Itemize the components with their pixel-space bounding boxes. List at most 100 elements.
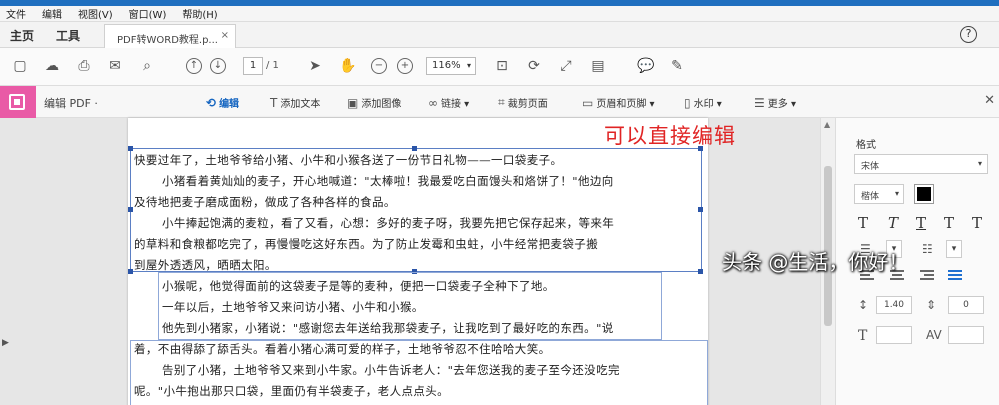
- menu-help[interactable]: 帮助(H): [182, 6, 217, 21]
- italic-text-icon[interactable]: T: [888, 214, 898, 232]
- select-cursor-icon[interactable]: ➤: [307, 58, 323, 74]
- watermark-icon: ▯: [684, 95, 691, 110]
- link-button[interactable]: ∞ 链接 ▾: [428, 95, 470, 111]
- upload-icon[interactable]: ☁: [44, 58, 60, 74]
- line-spacing-icon: ↕: [858, 298, 869, 312]
- tab-tools[interactable]: 工具: [56, 27, 80, 44]
- paragraph-line[interactable]: 及待地把麦子磨成面粉，做成了各种各样的食品。: [134, 194, 396, 210]
- paragraph-line[interactable]: 他先到小猪家，小猪说："感谢您去年送给我那袋麦子，让我吃到了最好吃的东西。"说: [162, 320, 614, 336]
- paragraph-line[interactable]: 一年以后，土地爷爷又来问访小猪、小牛和小猴。: [162, 299, 424, 315]
- add-image-label: 添加图像: [361, 99, 402, 110]
- close-tab-icon[interactable]: ×: [221, 30, 229, 41]
- header-footer-label: 页眉和页脚 ▾: [596, 99, 655, 110]
- menu-file[interactable]: 文件: [6, 6, 26, 21]
- mail-icon[interactable]: ✉: [107, 58, 123, 74]
- char-spacing-input[interactable]: [948, 326, 984, 344]
- next-page-icon[interactable]: ↓: [210, 58, 226, 74]
- help-icon[interactable]: ?: [960, 26, 977, 43]
- crop-pages-button[interactable]: ⌗ 裁剪页面: [498, 95, 548, 110]
- scan-icon[interactable]: ▤: [590, 58, 606, 74]
- char-spacing-icon[interactable]: AV: [926, 328, 942, 342]
- font-family-select[interactable]: 宋体 ▾: [854, 154, 988, 174]
- resize-handle[interactable]: [698, 207, 703, 212]
- more-button[interactable]: ☰ 更多 ▾: [754, 95, 796, 111]
- main-toolbar: ▢ ☁ ⎙ ✉ ⌕ ↑ ↓ 1 / 1 ➤ ✋ − + 116% ▾ ⊡ ⟳ ⤢…: [0, 48, 999, 86]
- menu-edit[interactable]: 编辑: [42, 6, 62, 21]
- chevron-down-icon: ▾: [466, 61, 471, 70]
- color-swatch: [917, 187, 931, 201]
- link-icon: ∞: [428, 95, 438, 110]
- paragraph-line[interactable]: 小猴呢，他觉得面前的这袋麦子是等的麦种，便把一口袋麦子全种下了地。: [162, 278, 555, 294]
- paragraph-line[interactable]: 快要过年了，土地爷爷给小猪、小牛和小猴各送了一份节日礼物——一口袋麦子。: [134, 152, 562, 168]
- page-number-input[interactable]: 1: [243, 57, 263, 75]
- add-text-button[interactable]: T 添加文本: [270, 95, 320, 111]
- crop-label: 裁剪页面: [507, 99, 548, 110]
- underline-text-icon[interactable]: T: [916, 214, 926, 232]
- fit-page-icon[interactable]: ⊡: [494, 58, 510, 74]
- zoom-out-icon[interactable]: −: [371, 58, 387, 74]
- watermark-button[interactable]: ▯ 水印 ▾: [684, 95, 722, 111]
- font-size-select[interactable]: 楷体 ▾: [854, 184, 904, 204]
- zoom-in-icon[interactable]: +: [397, 58, 413, 74]
- format-title: 格式: [856, 140, 876, 151]
- tab-home[interactable]: 主页: [10, 27, 34, 44]
- edit-label: 编辑: [219, 99, 240, 110]
- document-tab-label: PDF转WORD教程.p...: [117, 35, 218, 46]
- align-right-icon[interactable]: [920, 270, 934, 282]
- prev-page-icon[interactable]: ↑: [186, 58, 202, 74]
- close-icon[interactable]: ✕: [984, 93, 995, 108]
- link-label: 链接 ▾: [441, 99, 470, 110]
- paragraph-line[interactable]: 小牛捧起饱满的麦粒，看了又看，心想：多好的麦子呀，我要先把它保存起来，等来年: [162, 215, 614, 231]
- paragraph-line[interactable]: 的草料和食粮都吃完了，再慢慢吃这好东西。为了防止发霉和虫蛀，小牛经常把麦袋子搬: [134, 236, 598, 252]
- bold-text-icon[interactable]: T: [858, 214, 868, 232]
- add-image-button[interactable]: ▣ 添加图像: [347, 95, 402, 111]
- print-icon[interactable]: ⎙: [76, 58, 92, 74]
- comment-icon[interactable]: 💬: [637, 58, 654, 74]
- font-color-swatch[interactable]: [914, 184, 934, 204]
- chevron-down-icon[interactable]: ▾: [946, 240, 962, 258]
- text-icon: T: [270, 95, 278, 110]
- superscript-text-icon[interactable]: T: [944, 214, 954, 232]
- save-icon[interactable]: ▢: [12, 58, 28, 74]
- rotate-icon[interactable]: ⟳: [526, 58, 542, 74]
- chevron-down-icon: ▾: [977, 159, 982, 168]
- paragraph-line[interactable]: 到屋外透透风，晒晒太阳。: [134, 257, 277, 273]
- zoom-select[interactable]: 116% ▾: [426, 57, 476, 75]
- menu-view[interactable]: 视图(V): [78, 6, 113, 21]
- edit-pdf-tool-icon[interactable]: [0, 86, 36, 118]
- fullscreen-icon[interactable]: ⤢: [558, 58, 574, 74]
- document-canvas: ▶ 快要过年了，土地爷爷给小猪、小牛和小猴各送了一份节日礼物——一口袋麦子。 小…: [0, 118, 835, 405]
- header-footer-icon: ▭: [582, 95, 594, 110]
- subscript-text-icon[interactable]: T: [972, 214, 982, 232]
- watermark-label: 水印 ▾: [693, 99, 722, 110]
- paragraph-line[interactable]: 着，不由得舔了舔舌头。看着小猪心满可爱的样子，土地爷爷忍不住哈哈大笑。: [134, 341, 551, 357]
- scale-input[interactable]: [876, 326, 912, 344]
- scroll-up-icon[interactable]: ▲: [824, 120, 830, 129]
- numbered-list-icon[interactable]: ☷: [922, 242, 933, 256]
- line-spacing-input[interactable]: 1.40: [876, 296, 912, 314]
- pdf-page: 快要过年了，土地爷爷给小猪、小牛和小猴各送了一份节日礼物——一口袋麦子。 小猪看…: [128, 118, 708, 405]
- sign-icon[interactable]: ✎: [669, 58, 685, 74]
- paragraph-line[interactable]: 小猪看着黄灿灿的麦子，开心地喊道："太棒啦！我最爱吃白面馒头和烙饼了！"他边向: [162, 173, 614, 189]
- hand-icon[interactable]: ✋: [339, 58, 356, 74]
- resize-handle[interactable]: [412, 146, 417, 151]
- document-tab[interactable]: PDF转WORD教程.p... ×: [104, 24, 236, 48]
- paragraph-line[interactable]: 呢。"小牛抱出那只口袋，里面仍有半袋麦子，老人点点头。: [134, 383, 449, 399]
- align-justify-icon[interactable]: [948, 270, 962, 282]
- edit-button[interactable]: ⟲ 编辑: [206, 95, 240, 111]
- menu-bar: 文件 编辑 视图(V) 窗口(W) 帮助(H): [0, 6, 999, 22]
- collapse-left-icon[interactable]: ▶: [2, 338, 9, 348]
- crop-icon: ⌗: [498, 95, 505, 109]
- menu-window[interactable]: 窗口(W): [129, 6, 167, 21]
- tab-row: 主页 工具 PDF转WORD教程.p... × ?: [0, 22, 999, 48]
- paragraph-spacing-input[interactable]: 0: [948, 296, 984, 314]
- paragraph-line[interactable]: 告别了小猪，土地爷爷又来到小牛家。小牛告诉老人："去年您送我的麦子至今还没吃完: [162, 362, 620, 378]
- scale-text-icon[interactable]: T: [858, 328, 867, 344]
- resize-handle[interactable]: [698, 269, 703, 274]
- font-size-value: 楷体: [861, 192, 880, 202]
- resize-handle[interactable]: [128, 269, 133, 274]
- header-footer-button[interactable]: ▭ 页眉和页脚 ▾: [582, 95, 655, 111]
- resize-handle[interactable]: [128, 207, 133, 212]
- search-icon[interactable]: ⌕: [139, 58, 155, 74]
- resize-handle[interactable]: [128, 146, 133, 151]
